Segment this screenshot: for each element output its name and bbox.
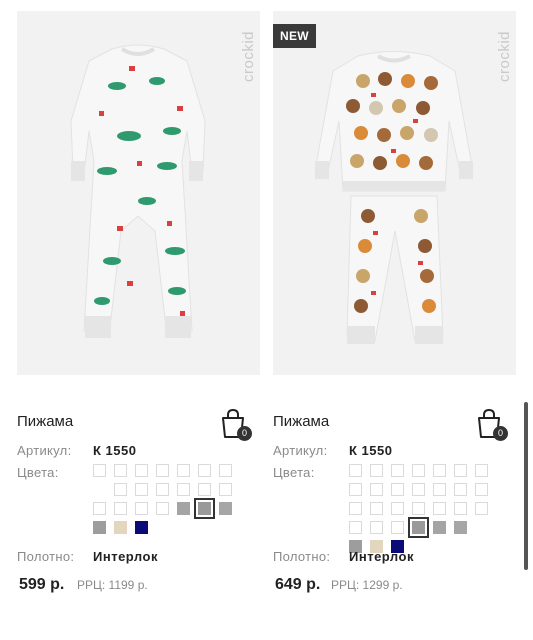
add-to-cart-button[interactable]: 0	[220, 408, 252, 441]
article-value: К 1550	[93, 443, 137, 458]
color-swatch[interactable]	[370, 521, 383, 534]
color-swatch[interactable]	[198, 483, 211, 496]
color-swatch[interactable]	[433, 464, 446, 477]
color-swatch[interactable]	[349, 502, 362, 515]
color-swatch[interactable]	[454, 521, 467, 534]
color-swatch[interactable]	[391, 521, 404, 534]
article-value: К 1550	[349, 443, 393, 458]
color-swatch[interactable]	[475, 502, 488, 515]
color-swatch[interactable]	[114, 521, 127, 534]
product-photo-1[interactable]: crockid	[17, 11, 260, 375]
color-swatch[interactable]	[454, 483, 467, 496]
color-swatch[interactable]	[177, 464, 190, 477]
color-swatches	[93, 464, 253, 534]
rrp-price: РРЦ: 1199 р.	[77, 578, 148, 592]
cart-count-badge: 0	[237, 426, 252, 441]
color-swatch[interactable]	[408, 517, 429, 538]
color-swatch[interactable]	[114, 483, 127, 496]
pajama-dino-image	[70, 44, 206, 338]
color-swatch[interactable]	[391, 502, 404, 515]
price: 599 р.	[19, 576, 65, 593]
price: 649 р.	[275, 576, 321, 593]
color-swatch[interactable]	[475, 464, 488, 477]
color-swatch[interactable]	[433, 502, 446, 515]
color-swatch[interactable]	[349, 483, 362, 496]
color-swatch[interactable]	[194, 498, 215, 519]
product-photo-2[interactable]: NEW crockid	[273, 11, 516, 375]
color-swatch[interactable]	[454, 464, 467, 477]
color-swatch[interactable]	[93, 502, 106, 515]
color-swatch[interactable]	[135, 521, 148, 534]
color-swatch[interactable]	[114, 502, 127, 515]
product-card-2[interactable]: NEW crockid Пижама 0 Артикул: К 1550 Цве…	[273, 0, 516, 640]
color-swatch[interactable]	[412, 502, 425, 515]
product-title[interactable]: Пижама	[17, 413, 73, 430]
article-label: Артикул:	[273, 443, 328, 458]
cart-count-badge: 0	[493, 426, 508, 441]
colors-label: Цвета:	[17, 465, 59, 480]
new-badge: NEW	[273, 24, 316, 48]
color-swatch[interactable]	[156, 502, 169, 515]
color-swatch[interactable]	[412, 483, 425, 496]
add-to-cart-button[interactable]: 0	[476, 408, 508, 441]
color-swatch[interactable]	[156, 464, 169, 477]
color-swatch[interactable]	[135, 464, 148, 477]
color-swatch[interactable]	[433, 521, 446, 534]
fabric-label: Полотно:	[17, 549, 75, 564]
fabric-label: Полотно:	[273, 549, 331, 564]
colors-label: Цвета:	[273, 465, 315, 480]
product-card-1[interactable]: crockid Пижама 0 Артикул: К 1550 Цвета: …	[17, 0, 260, 640]
color-swatch[interactable]	[349, 464, 362, 477]
color-swatch[interactable]	[93, 521, 106, 534]
color-swatch[interactable]	[198, 464, 211, 477]
color-swatches	[349, 464, 509, 553]
pajama-animals-image	[314, 51, 474, 344]
color-swatch[interactable]	[475, 483, 488, 496]
scrollbar[interactable]	[524, 402, 528, 570]
color-swatch[interactable]	[370, 502, 383, 515]
product-title[interactable]: Пижама	[273, 413, 329, 430]
color-swatch[interactable]	[219, 483, 232, 496]
color-swatch[interactable]	[412, 464, 425, 477]
brand-watermark: crockid	[240, 31, 257, 83]
color-swatch[interactable]	[114, 464, 127, 477]
color-swatch[interactable]	[349, 521, 362, 534]
article-label: Артикул:	[17, 443, 72, 458]
color-swatch[interactable]	[370, 464, 383, 477]
color-swatch[interactable]	[391, 483, 404, 496]
rrp-price: РРЦ: 1299 р.	[331, 578, 403, 592]
color-swatch[interactable]	[156, 483, 169, 496]
color-swatch[interactable]	[433, 483, 446, 496]
fabric-value: Интерлок	[349, 549, 414, 564]
color-swatch[interactable]	[219, 464, 232, 477]
color-swatch[interactable]	[177, 502, 190, 515]
color-swatch[interactable]	[135, 483, 148, 496]
color-swatch[interactable]	[219, 502, 232, 515]
color-swatch[interactable]	[370, 483, 383, 496]
color-swatch[interactable]	[391, 464, 404, 477]
fabric-value: Интерлок	[93, 549, 158, 564]
color-swatch[interactable]	[93, 464, 106, 477]
color-swatch[interactable]	[454, 502, 467, 515]
color-swatch[interactable]	[135, 502, 148, 515]
color-swatch[interactable]	[177, 483, 190, 496]
brand-watermark: crockid	[496, 31, 513, 83]
